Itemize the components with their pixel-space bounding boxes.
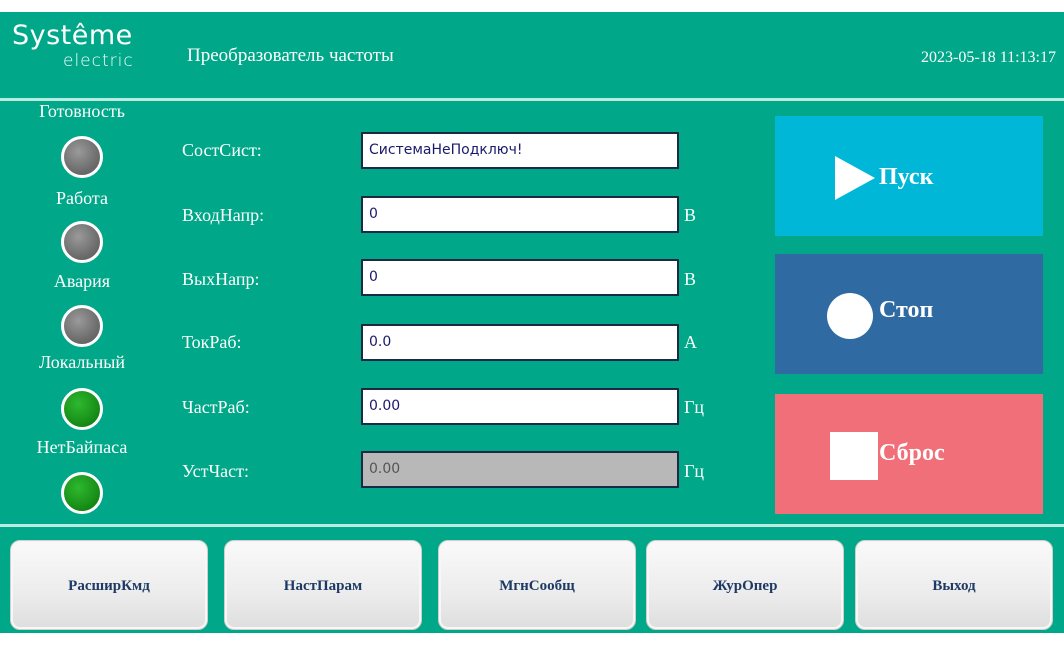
stop-circle-icon — [827, 293, 873, 339]
reset-button-label: Сброс — [879, 440, 945, 466]
led-local-indicator-icon — [61, 388, 103, 430]
nav-instant-messages-button[interactable]: МгнСообщ — [438, 540, 636, 630]
start-button-label: Пуск — [879, 164, 934, 190]
indicator-label-ready: Готовность — [39, 101, 125, 121]
nav-parameter-settings-button[interactable]: НастПарам — [224, 540, 422, 630]
unit-output-voltage: В — [684, 269, 697, 289]
unit-input-voltage: В — [684, 205, 697, 225]
field-label-input-voltage: ВходНапр: — [182, 205, 265, 225]
footer-divider — [0, 524, 1064, 527]
stop-button[interactable]: Стоп — [775, 254, 1043, 374]
setpoint-frequency-field[interactable]: 0.00 — [361, 451, 679, 488]
led-ready-indicator-icon — [61, 136, 103, 178]
unit-operating-current: А — [684, 332, 697, 352]
indicator-label-running: Работа — [56, 188, 108, 208]
stop-button-label: Стоп — [879, 297, 934, 323]
start-button[interactable]: Пуск — [775, 116, 1043, 236]
indicator-label-fault: Авария — [53, 271, 111, 291]
field-label-setpoint-frequency: УстЧаст: — [182, 461, 249, 481]
indicator-label-local: Локальный — [39, 352, 125, 372]
field-label-operating-frequency: ЧастРаб: — [182, 397, 250, 417]
led-no-bypass-indicator-icon — [61, 472, 103, 514]
operating-frequency-field: 0.00 — [361, 388, 679, 425]
reset-square-icon — [830, 432, 878, 480]
nav-operation-log-button[interactable]: ЖурОпер — [646, 540, 844, 630]
output-voltage-field: 0 — [361, 259, 679, 296]
unit-setpoint-frequency: Гц — [684, 461, 705, 481]
input-voltage-field: 0 — [361, 196, 679, 233]
nav-advanced-commands-button[interactable]: РасширКмд — [10, 540, 208, 630]
page-title: Преобразователь частоты — [187, 45, 394, 66]
system-state-field: СистемаНеПодключ! — [361, 132, 679, 169]
field-label-system-state: СостСист: — [182, 140, 262, 160]
brand-logo-subtext: electric — [63, 51, 134, 71]
brand-logo: Systême — [12, 20, 133, 51]
indicator-label-no-bypass: НетБайпаса — [36, 437, 128, 457]
nav-exit-button[interactable]: Выход — [855, 540, 1053, 630]
datetime-display: 2023-05-18 11:13:17 — [921, 49, 1056, 66]
field-label-operating-current: ТокРаб: — [182, 332, 242, 352]
operating-current-field: 0.0 — [361, 324, 679, 361]
play-icon — [835, 156, 875, 200]
unit-operating-frequency: Гц — [684, 397, 705, 417]
field-label-output-voltage: ВыхНапр: — [182, 269, 260, 289]
reset-button[interactable]: Сброс — [775, 394, 1043, 514]
led-running-indicator-icon — [61, 221, 103, 263]
led-fault-indicator-icon — [61, 305, 103, 347]
